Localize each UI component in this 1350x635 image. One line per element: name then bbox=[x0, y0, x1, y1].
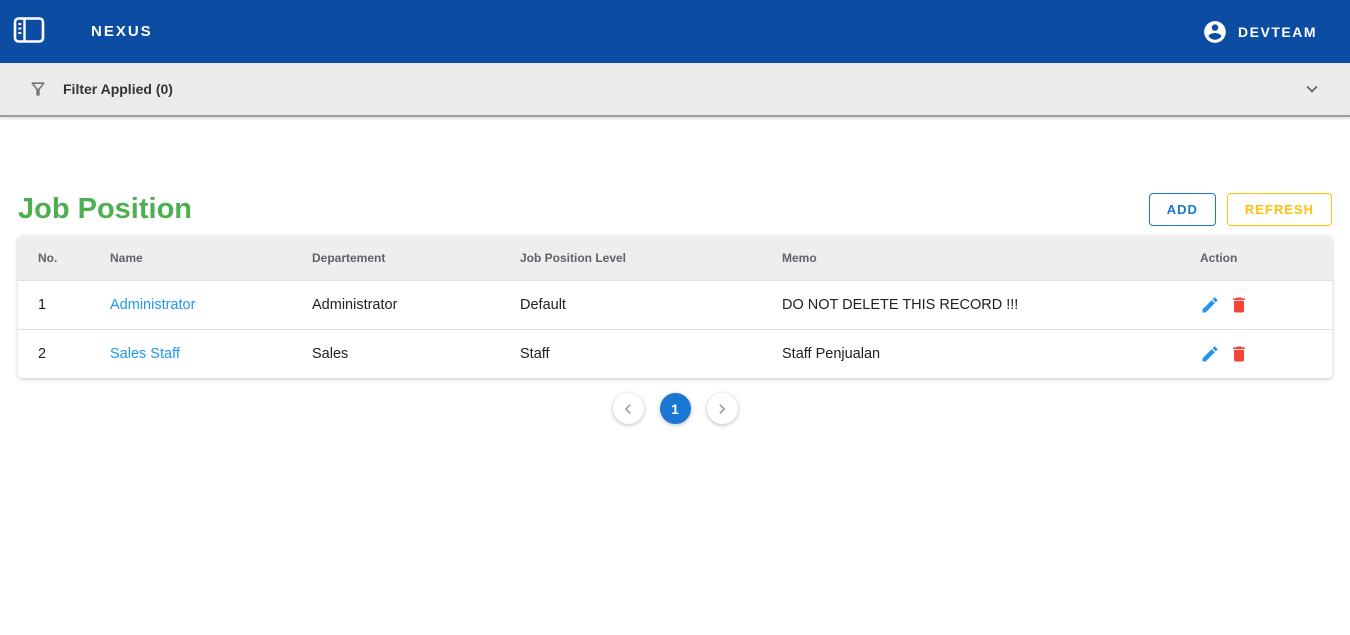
trash-icon bbox=[1229, 344, 1249, 364]
delete-button[interactable] bbox=[1229, 344, 1249, 364]
column-header-no: No. bbox=[18, 236, 90, 280]
sidebar-toggle-icon bbox=[13, 16, 45, 47]
cell-memo: DO NOT DELETE THIS RECORD !!! bbox=[762, 280, 1180, 329]
top-navbar: NEXUS DEVTEAM bbox=[0, 0, 1350, 63]
cell-no: 2 bbox=[18, 329, 90, 378]
edit-pencil-icon bbox=[1200, 344, 1220, 364]
filter-bar[interactable]: Filter Applied (0) bbox=[0, 63, 1350, 117]
filter-applied-label: Filter Applied (0) bbox=[63, 81, 173, 97]
table-header-row: No. Name Departement Job Position Level … bbox=[18, 236, 1332, 280]
job-position-table: No. Name Departement Job Position Level … bbox=[18, 236, 1332, 378]
column-header-level: Job Position Level bbox=[500, 236, 762, 280]
page-title: Job Position bbox=[18, 193, 192, 226]
cell-memo: Staff Penjualan bbox=[762, 329, 1180, 378]
user-menu[interactable]: DEVTEAM bbox=[1202, 19, 1317, 45]
edit-pencil-icon bbox=[1200, 295, 1220, 315]
toolbar: ADD REFRESH bbox=[1149, 193, 1332, 226]
user-name-label: DEVTEAM bbox=[1238, 24, 1317, 40]
job-position-table-card: No. Name Departement Job Position Level … bbox=[18, 236, 1332, 378]
add-button[interactable]: ADD bbox=[1149, 193, 1216, 226]
title-row: Job Position ADD REFRESH bbox=[18, 193, 1332, 226]
filter-funnel-icon bbox=[28, 79, 48, 99]
column-header-memo: Memo bbox=[762, 236, 1180, 280]
cell-department: Administrator bbox=[292, 280, 500, 329]
cell-department: Sales bbox=[292, 329, 500, 378]
sidebar-toggle-button[interactable] bbox=[13, 18, 45, 46]
refresh-button[interactable]: REFRESH bbox=[1227, 193, 1332, 226]
main-content: Job Position ADD REFRESH No. Name Depart… bbox=[0, 117, 1350, 424]
page-1-button[interactable]: 1 bbox=[660, 393, 691, 424]
column-header-name: Name bbox=[90, 236, 292, 280]
chevron-down-icon bbox=[1301, 78, 1323, 100]
account-circle-icon bbox=[1202, 19, 1228, 45]
job-position-link[interactable]: Administrator bbox=[110, 297, 195, 313]
column-header-action: Action bbox=[1180, 236, 1332, 280]
cell-level: Staff bbox=[500, 329, 762, 378]
filter-expand-button[interactable] bbox=[1301, 78, 1323, 100]
next-page-button[interactable] bbox=[707, 393, 738, 424]
delete-button[interactable] bbox=[1229, 295, 1249, 315]
table-row: 1 Administrator Administrator Default DO… bbox=[18, 280, 1332, 329]
previous-page-button[interactable] bbox=[613, 393, 644, 424]
column-header-department: Departement bbox=[292, 236, 500, 280]
chevron-left-icon bbox=[618, 399, 638, 419]
edit-button[interactable] bbox=[1200, 295, 1220, 315]
cell-no: 1 bbox=[18, 280, 90, 329]
cell-level: Default bbox=[500, 280, 762, 329]
pagination: 1 bbox=[18, 393, 1332, 424]
trash-icon bbox=[1229, 295, 1249, 315]
edit-button[interactable] bbox=[1200, 344, 1220, 364]
table-row: 2 Sales Staff Sales Staff Staff Penjuala… bbox=[18, 329, 1332, 378]
job-position-link[interactable]: Sales Staff bbox=[110, 346, 180, 362]
chevron-right-icon bbox=[712, 399, 732, 419]
app-brand: NEXUS bbox=[91, 23, 153, 40]
